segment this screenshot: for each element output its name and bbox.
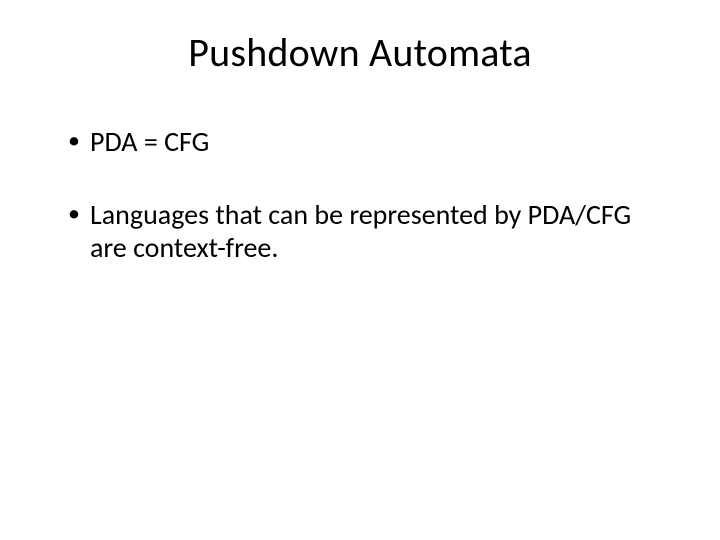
slide: Pushdown Automata PDA = CFG Languages th… <box>0 0 720 540</box>
bullet-list: PDA = CFG Languages that can be represen… <box>50 125 670 264</box>
list-item: PDA = CFG <box>68 125 670 158</box>
slide-title: Pushdown Automata <box>50 28 670 77</box>
list-item: Languages that can be represented by PDA… <box>68 198 670 264</box>
